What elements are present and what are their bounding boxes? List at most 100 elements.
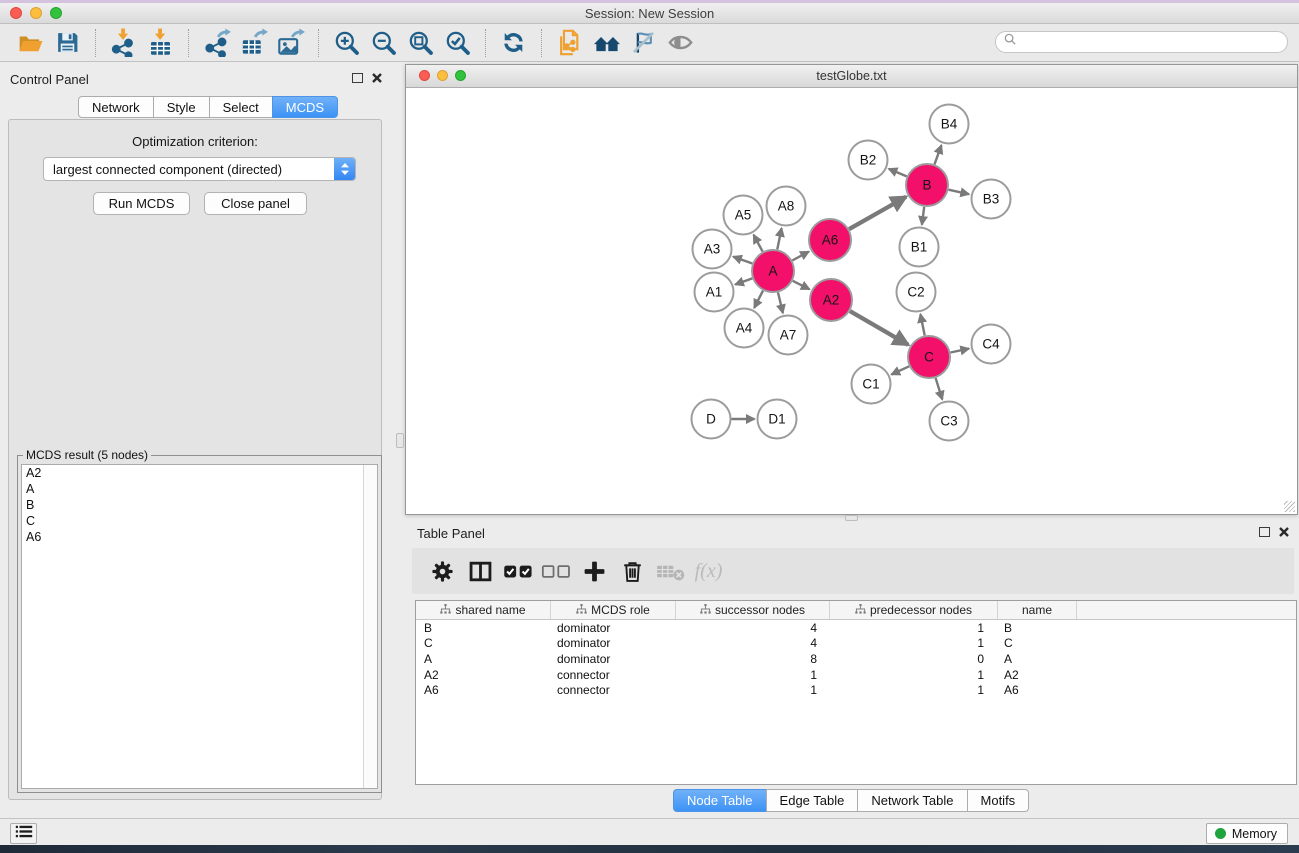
node-B[interactable]: B (906, 164, 948, 206)
node-C2[interactable]: C2 (897, 273, 936, 312)
table-row[interactable]: A2connector11A2 (416, 667, 1296, 683)
memory-button[interactable]: Memory (1206, 823, 1288, 844)
cell[interactable]: C (998, 636, 1077, 650)
cell[interactable]: 1 (676, 683, 830, 697)
node-A1[interactable]: A1 (695, 273, 734, 312)
result-item[interactable]: A (22, 481, 377, 497)
edge-B-B4[interactable] (935, 145, 942, 164)
node-C3[interactable]: C3 (930, 402, 969, 441)
select-all-icon[interactable] (501, 553, 536, 589)
zoom-fit-icon[interactable] (402, 26, 439, 60)
node-A6[interactable]: A6 (809, 219, 851, 261)
network-canvas[interactable]: AA1A2A3A4A5A6A7A8BB1B2B3B4CC1C2C3C4DD1 (406, 88, 1297, 514)
edge-C-C3[interactable] (936, 378, 943, 400)
close-panel-button[interactable]: Close panel (204, 192, 307, 215)
table-row[interactable]: Cdominator41C (416, 636, 1296, 652)
edge-A-A5[interactable] (754, 235, 763, 252)
table-row[interactable]: Adominator80A (416, 651, 1296, 667)
column-header-name[interactable]: name (998, 601, 1077, 619)
network-window-titlebar[interactable]: testGlobe.txt (406, 65, 1297, 88)
cell[interactable]: 1 (830, 636, 998, 650)
export-table-icon[interactable] (235, 26, 272, 60)
close-table-panel-icon[interactable] (1279, 527, 1289, 537)
cell[interactable]: dominator (551, 621, 676, 635)
deselect-all-icon[interactable] (539, 553, 574, 589)
zoom-selected-icon[interactable] (439, 26, 476, 60)
cell[interactable]: 4 (676, 636, 830, 650)
node-A3[interactable]: A3 (693, 230, 732, 269)
cell[interactable]: connector (551, 683, 676, 697)
node-B3[interactable]: B3 (972, 180, 1011, 219)
resize-grip-icon[interactable] (1284, 501, 1295, 512)
export-network-icon[interactable] (198, 26, 235, 60)
float-table-panel-icon[interactable] (1259, 527, 1270, 537)
edge-A6-B[interactable] (849, 197, 906, 229)
node-D[interactable]: D (692, 400, 731, 439)
column-header-MCDS-role[interactable]: MCDS role (551, 601, 676, 619)
edge-B-B1[interactable] (922, 207, 924, 225)
task-history-button[interactable] (10, 823, 37, 844)
node-A2[interactable]: A2 (810, 279, 852, 321)
result-item[interactable]: A6 (22, 529, 377, 545)
result-item[interactable]: A2 (22, 465, 377, 481)
result-item[interactable]: C (22, 513, 377, 529)
node-A8[interactable]: A8 (767, 187, 806, 226)
node-C1[interactable]: C1 (852, 365, 891, 404)
node-A7[interactable]: A7 (769, 316, 808, 355)
node-A[interactable]: A (752, 250, 794, 292)
edge-A-A4[interactable] (754, 291, 763, 308)
edge-A-A8[interactable] (777, 228, 781, 249)
edge-C-C1[interactable] (891, 366, 909, 374)
split-columns-icon[interactable] (463, 553, 498, 589)
add-icon[interactable] (577, 553, 612, 589)
column-header-predecessor-nodes[interactable]: predecessor nodes (830, 601, 998, 619)
tab-edge-table[interactable]: Edge Table (766, 789, 859, 812)
result-item[interactable]: B (22, 497, 377, 513)
close-panel-icon[interactable] (372, 73, 382, 83)
node-B2[interactable]: B2 (849, 141, 888, 180)
cell[interactable]: connector (551, 668, 676, 682)
result-scrollbar[interactable] (363, 465, 377, 788)
edge-A-A6[interactable] (792, 252, 809, 261)
import-network-icon[interactable] (105, 26, 142, 60)
cell[interactable]: 4 (676, 621, 830, 635)
search-field[interactable] (995, 31, 1288, 53)
edge-A-A1[interactable] (735, 278, 752, 284)
edge-A-A2[interactable] (793, 281, 810, 290)
cell[interactable]: 0 (830, 652, 998, 666)
tab-network[interactable]: Network (78, 96, 154, 118)
cell[interactable]: B (998, 621, 1077, 635)
tab-select[interactable]: Select (209, 96, 273, 118)
cell[interactable]: A6 (416, 683, 551, 697)
table-row[interactable]: A6connector11A6 (416, 682, 1296, 698)
node-C[interactable]: C (908, 336, 950, 378)
tab-style[interactable]: Style (153, 96, 210, 118)
tab-motifs[interactable]: Motifs (967, 789, 1030, 812)
zoom-in-icon[interactable] (328, 26, 365, 60)
edge-A-A7[interactable] (778, 292, 783, 313)
tab-network-table[interactable]: Network Table (857, 789, 967, 812)
cell[interactable]: 1 (830, 683, 998, 697)
zoom-out-icon[interactable] (365, 26, 402, 60)
node-A5[interactable]: A5 (724, 196, 763, 235)
export-image-icon[interactable] (272, 26, 309, 60)
edge-A-A3[interactable] (733, 257, 752, 264)
node-D1[interactable]: D1 (758, 400, 797, 439)
import-table-icon[interactable] (142, 26, 179, 60)
cell[interactable]: A6 (998, 683, 1077, 697)
copy-network-icon[interactable] (551, 26, 588, 60)
edge-C-C2[interactable] (920, 314, 924, 335)
column-header-successor-nodes[interactable]: successor nodes (676, 601, 830, 619)
cell[interactable]: dominator (551, 636, 676, 650)
node-table[interactable]: shared nameMCDS rolesuccessor nodesprede… (415, 600, 1297, 785)
float-panel-icon[interactable] (352, 73, 363, 83)
edge-A2-C[interactable] (850, 311, 908, 345)
cell[interactable]: C (416, 636, 551, 650)
open-session-icon[interactable] (12, 26, 49, 60)
home-icon[interactable] (588, 26, 625, 60)
cell[interactable]: A2 (416, 668, 551, 682)
table-row[interactable]: Bdominator41B (416, 620, 1296, 636)
vertical-splitter-grip[interactable] (396, 433, 404, 448)
edge-B-B3[interactable] (949, 190, 970, 195)
node-C4[interactable]: C4 (972, 325, 1011, 364)
